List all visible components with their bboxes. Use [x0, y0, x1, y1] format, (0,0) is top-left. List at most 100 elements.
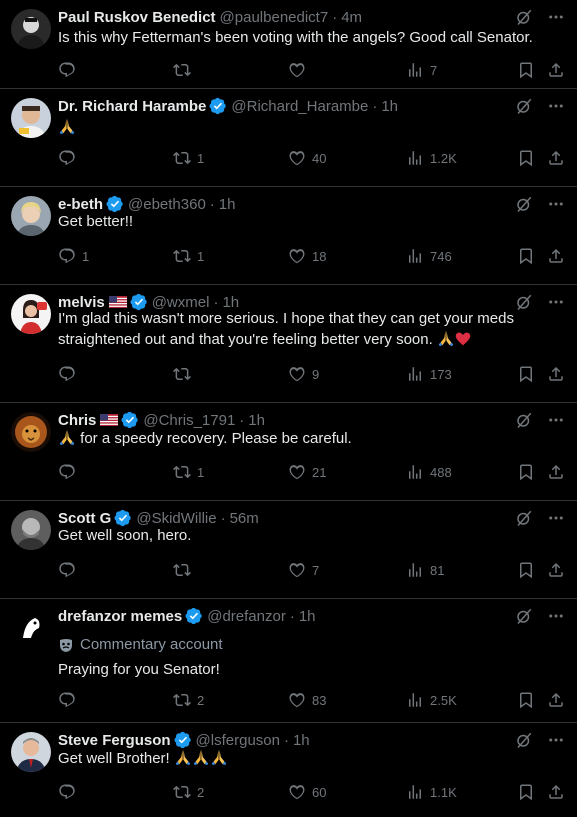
tweet[interactable]: Dr. Richard Harambe @Richard_Harambe · 1…	[0, 89, 577, 187]
reply-button[interactable]	[58, 691, 82, 709]
grok-icon[interactable]	[515, 731, 533, 749]
more-icon[interactable]	[547, 8, 565, 26]
share-button[interactable]	[547, 247, 565, 265]
tweet[interactable]: melvis @wxmel · 1h I'm glad this wasn't …	[0, 285, 577, 403]
like-button[interactable]: 40	[288, 149, 326, 167]
tweet[interactable]: drefanzor memes @drefanzor · 1h Commenta…	[0, 599, 577, 723]
avatar[interactable]	[11, 608, 51, 648]
views-button[interactable]: 746	[406, 247, 452, 265]
handle[interactable]: @Richard_Harambe	[231, 98, 368, 115]
share-button[interactable]	[547, 561, 565, 579]
bookmark-button[interactable]	[517, 61, 535, 79]
handle[interactable]: @paulbenedict7	[220, 9, 329, 26]
timestamp[interactable]: 1h	[381, 98, 398, 115]
like-button[interactable]: 7	[288, 561, 319, 579]
tweet[interactable]: Paul Ruskov Benedict @paulbenedict7 · 4m…	[0, 0, 577, 89]
like-button[interactable]: 60	[288, 783, 326, 801]
bookmark-button[interactable]	[517, 463, 535, 481]
handle[interactable]: @lsferguson	[196, 732, 280, 749]
tweet[interactable]: Scott G @SkidWillie · 56m Get well soon,…	[0, 501, 577, 599]
share-button[interactable]	[547, 149, 565, 167]
views-button[interactable]: 173	[406, 365, 452, 383]
share-button[interactable]	[547, 783, 565, 801]
retweet-button[interactable]: 2	[173, 691, 204, 709]
grok-icon[interactable]	[515, 97, 533, 115]
grok-icon[interactable]	[515, 195, 533, 213]
avatar[interactable]	[11, 732, 51, 772]
grok-icon[interactable]	[515, 607, 533, 625]
handle[interactable]: @SkidWillie	[136, 510, 216, 527]
timestamp[interactable]: 1h	[219, 196, 236, 213]
avatar[interactable]	[11, 412, 51, 452]
avatar[interactable]	[11, 98, 51, 138]
grok-icon[interactable]	[515, 8, 533, 26]
timestamp[interactable]: 4m	[341, 9, 362, 26]
share-button[interactable]	[547, 365, 565, 383]
more-icon[interactable]	[547, 411, 565, 429]
share-button[interactable]	[547, 61, 565, 79]
views-button[interactable]: 1.1K	[406, 783, 457, 801]
views-button[interactable]: 2.5K	[406, 691, 457, 709]
tweet[interactable]: Steve Ferguson @lsferguson · 1h Get well…	[0, 723, 577, 817]
reply-button[interactable]: 1	[58, 247, 89, 265]
avatar[interactable]	[11, 294, 51, 334]
handle[interactable]: @wxmel	[152, 294, 210, 311]
display-name[interactable]: e-beth	[58, 196, 103, 213]
bookmark-button[interactable]	[517, 247, 535, 265]
reply-button[interactable]	[58, 365, 82, 383]
display-name[interactable]: Dr. Richard Harambe	[58, 98, 206, 115]
share-button[interactable]	[547, 463, 565, 481]
retweet-button[interactable]	[173, 61, 197, 79]
display-name[interactable]: Chris	[58, 412, 96, 429]
like-button[interactable]: 9	[288, 365, 319, 383]
reply-button[interactable]	[58, 561, 82, 579]
display-name[interactable]: drefanzor memes	[58, 608, 182, 625]
reply-button[interactable]	[58, 149, 82, 167]
bookmark-button[interactable]	[517, 783, 535, 801]
like-button[interactable]: 18	[288, 247, 326, 265]
timestamp[interactable]: 56m	[230, 510, 259, 527]
bookmark-button[interactable]	[517, 561, 535, 579]
like-button[interactable]: 83	[288, 691, 326, 709]
share-button[interactable]	[547, 691, 565, 709]
bookmark-button[interactable]	[517, 691, 535, 709]
display-name[interactable]: Steve Ferguson	[58, 732, 171, 749]
display-name[interactable]: Paul Ruskov Benedict	[58, 9, 216, 26]
timestamp[interactable]: 1h	[248, 412, 265, 429]
retweet-button[interactable]	[173, 561, 197, 579]
bookmark-button[interactable]	[517, 149, 535, 167]
reply-button[interactable]	[58, 463, 82, 481]
handle[interactable]: @Chris_1791	[143, 412, 235, 429]
timestamp[interactable]: 1h	[222, 294, 239, 311]
tweet[interactable]: Chris @Chris_1791 · 1h for a speedy reco…	[0, 403, 577, 501]
retweet-button[interactable]: 1	[173, 463, 204, 481]
retweet-button[interactable]: 2	[173, 783, 204, 801]
views-button[interactable]: 1.2K	[406, 149, 457, 167]
bookmark-button[interactable]	[517, 365, 535, 383]
reply-button[interactable]	[58, 783, 82, 801]
more-icon[interactable]	[547, 509, 565, 527]
views-button[interactable]: 488	[406, 463, 452, 481]
views-button[interactable]: 81	[406, 561, 444, 579]
timestamp[interactable]: 1h	[293, 732, 310, 749]
like-button[interactable]: 21	[288, 463, 326, 481]
avatar[interactable]	[11, 9, 51, 49]
retweet-button[interactable]: 1	[173, 149, 204, 167]
display-name[interactable]: melvis	[58, 294, 105, 311]
avatar[interactable]	[11, 510, 51, 550]
handle[interactable]: @drefanzor	[207, 608, 286, 625]
timestamp[interactable]: 1h	[299, 608, 316, 625]
more-icon[interactable]	[547, 731, 565, 749]
more-icon[interactable]	[547, 195, 565, 213]
tweet[interactable]: e-beth @ebeth360 · 1h Get better!! 1 1 1…	[0, 187, 577, 285]
views-button[interactable]: 7	[406, 61, 437, 79]
retweet-button[interactable]: 1	[173, 247, 204, 265]
display-name[interactable]: Scott G	[58, 510, 111, 527]
grok-icon[interactable]	[515, 411, 533, 429]
grok-icon[interactable]	[515, 509, 533, 527]
more-icon[interactable]	[547, 607, 565, 625]
reply-button[interactable]	[58, 61, 82, 79]
like-button[interactable]	[288, 61, 312, 79]
handle[interactable]: @ebeth360	[128, 196, 206, 213]
more-icon[interactable]	[547, 97, 565, 115]
